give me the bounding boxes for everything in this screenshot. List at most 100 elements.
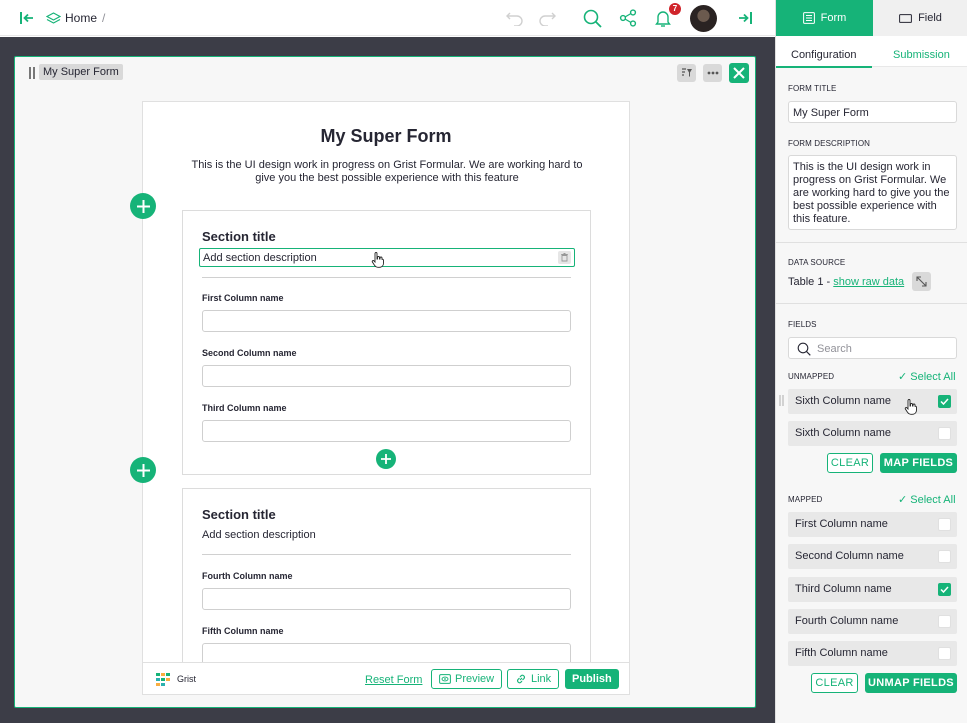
section-description-input[interactable]: Add section description [199, 248, 575, 267]
drag-handle-icon[interactable] [29, 67, 35, 79]
mapped-label: MAPPED [788, 495, 823, 504]
field-label[interactable]: Fifth Column name [202, 626, 284, 636]
share-icon[interactable] [618, 8, 638, 28]
field-input[interactable] [202, 365, 571, 387]
form-section[interactable]: Section title Add section description Fi… [182, 210, 591, 475]
search-input[interactable]: Search [788, 337, 957, 359]
fields-label: FIELDS [788, 320, 817, 329]
close-icon[interactable] [729, 63, 749, 83]
field-item-label: Sixth Column name [795, 427, 891, 439]
more-options-icon[interactable] [703, 64, 722, 82]
form-description[interactable]: This is the UI design work in progress o… [183, 159, 591, 185]
right-panel: Form Field Configuration Submission FORM… [775, 0, 967, 723]
unmapped-label: UNMAPPED [788, 372, 835, 381]
breadcrumb-home[interactable]: Home [65, 11, 97, 25]
tab-field-label: Field [918, 12, 942, 24]
field-item-label: Third Column name [795, 583, 892, 595]
mapped-field-item[interactable]: Fourth Column name [788, 609, 957, 634]
top-bar: Home / 7 [0, 0, 775, 36]
tab-field[interactable]: Field [873, 0, 967, 36]
mapped-field-item[interactable]: Second Column name [788, 544, 957, 569]
data-source-table: Table 1 - [788, 276, 834, 288]
field-checkbox[interactable] [938, 427, 951, 440]
field-checkbox[interactable] [938, 550, 951, 563]
redo-icon[interactable] [537, 8, 557, 28]
form-title[interactable]: My Super Form [143, 126, 629, 147]
field-checkbox[interactable] [938, 647, 951, 660]
reset-form-link[interactable]: Reset Form [365, 674, 422, 686]
add-section-button[interactable] [130, 457, 156, 483]
unmapped-field-item[interactable]: Sixth Column name [788, 421, 957, 446]
search-icon[interactable] [582, 8, 602, 28]
link-icon [517, 674, 525, 684]
tab-submission[interactable]: Submission [893, 49, 950, 61]
link-button[interactable]: Link [507, 669, 560, 689]
field-input[interactable] [202, 420, 571, 442]
field-checkbox[interactable] [938, 583, 951, 596]
form-title-field[interactable]: My Super Form [788, 101, 957, 123]
sort-filter-icon[interactable] [677, 64, 696, 82]
trash-icon[interactable] [558, 251, 571, 264]
field-item-label: Second Column name [795, 550, 904, 562]
collapse-left-panel-icon[interactable] [17, 8, 37, 28]
field-label[interactable]: Fourth Column name [202, 571, 293, 581]
hand-cursor-icon [371, 252, 384, 268]
add-field-button[interactable] [376, 449, 396, 469]
add-section-button[interactable] [130, 193, 156, 219]
field-item-label: Fourth Column name [795, 615, 899, 627]
field-input[interactable] [202, 588, 571, 610]
map-fields-button[interactable]: MAP FIELDS [880, 453, 957, 473]
unmapped-field-item[interactable]: Sixth Column name [788, 389, 957, 414]
tab-form[interactable]: Form [776, 0, 873, 36]
field-label[interactable]: First Column name [202, 293, 284, 303]
form-icon [802, 12, 815, 24]
hand-cursor-icon [904, 399, 917, 415]
breadcrumb-separator: / [102, 11, 106, 25]
preview-button[interactable]: Preview [431, 669, 503, 689]
mapped-field-item[interactable]: First Column name [788, 512, 957, 537]
field-checkbox[interactable] [938, 395, 951, 408]
section-title[interactable]: Section title [202, 229, 276, 244]
field-checkbox[interactable] [938, 518, 951, 531]
field-checkbox[interactable] [938, 615, 951, 628]
search-icon [797, 342, 811, 356]
form-description-label: FORM DESCRIPTION [788, 139, 871, 148]
mapped-field-item[interactable]: Third Column name [788, 577, 957, 602]
section-divider [202, 554, 571, 555]
divider [776, 303, 967, 304]
search-placeholder: Search [817, 343, 852, 355]
select-all-mapped-link[interactable]: ✓ Select All [898, 493, 956, 506]
tab-configuration[interactable]: Configuration [791, 49, 856, 61]
sub-tabs: Configuration Submission [776, 36, 967, 67]
field-item-label: Fifth Column name [795, 647, 888, 659]
select-all-unmapped-link[interactable]: ✓ Select All [898, 370, 956, 383]
brand-label: Grist [177, 674, 196, 684]
right-panel-tabs: Form Field [776, 0, 967, 36]
divider [776, 242, 967, 243]
field-label[interactable]: Second Column name [202, 348, 297, 358]
mapped-field-item[interactable]: Fifth Column name [788, 641, 957, 666]
form-description-field[interactable]: This is the UI design work in progress o… [788, 155, 957, 230]
clear-unmapped-button[interactable]: CLEAR [827, 453, 873, 473]
expand-icon[interactable] [912, 272, 931, 291]
widget-title[interactable]: My Super Form [39, 64, 123, 80]
section-description[interactable]: Add section description [202, 529, 316, 541]
notification-badge: 7 [669, 3, 681, 15]
unmap-fields-button[interactable]: UNMAP FIELDS [865, 673, 957, 693]
avatar[interactable] [690, 5, 717, 32]
tab-form-label: Form [820, 12, 847, 24]
field-label[interactable]: Third Column name [202, 403, 287, 413]
active-tab-indicator [776, 66, 872, 68]
undo-icon[interactable] [505, 8, 525, 28]
field-input[interactable] [202, 310, 571, 332]
collapse-right-panel-icon[interactable] [735, 8, 755, 28]
publish-button[interactable]: Publish [565, 669, 619, 689]
section-title[interactable]: Section title [202, 507, 276, 522]
drag-handle-icon[interactable] [779, 395, 784, 406]
clear-mapped-button[interactable]: CLEAR [811, 673, 858, 693]
show-raw-data-link[interactable]: show raw data [833, 276, 904, 288]
data-source-row: Table 1 - show raw data [788, 276, 904, 288]
data-source-label: DATA SOURCE [788, 258, 846, 267]
field-item-label: Sixth Column name [795, 395, 891, 407]
field-icon [899, 13, 912, 23]
